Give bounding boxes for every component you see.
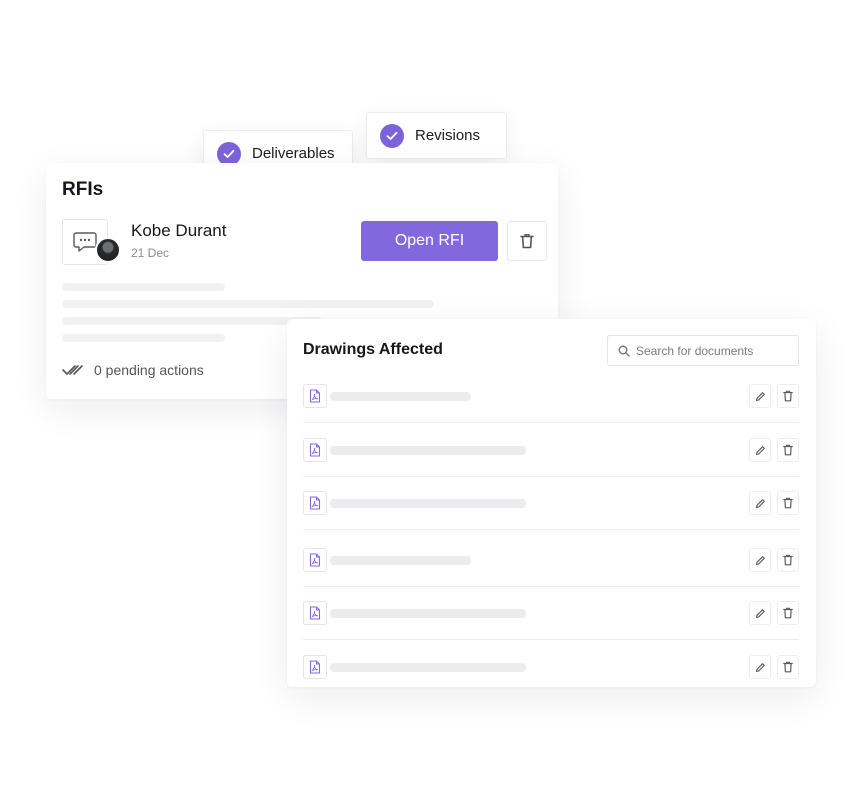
delete-document-button[interactable] (777, 438, 799, 462)
document-row[interactable] (303, 384, 799, 408)
trash-icon (783, 497, 793, 509)
document-row[interactable] (303, 438, 799, 462)
edit-document-button[interactable] (749, 548, 771, 572)
trash-icon (783, 444, 793, 456)
check-icon (380, 123, 404, 148)
document-name-placeholder (330, 446, 526, 455)
drawings-title: Drawings Affected (303, 341, 443, 358)
tag-label: Deliverables (252, 145, 335, 162)
pencil-icon (755, 391, 766, 402)
pdf-file-icon (303, 491, 327, 515)
check-icon (217, 141, 241, 166)
avatar (95, 237, 121, 263)
row-divider (303, 529, 799, 530)
delete-document-button[interactable] (777, 548, 799, 572)
trash-icon (520, 234, 534, 249)
tag-label: Revisions (415, 127, 481, 144)
trash-icon (783, 390, 793, 402)
pending-label: 0 pending actions (94, 362, 204, 378)
document-name-placeholder (330, 392, 471, 401)
delete-rfi-button[interactable] (507, 221, 547, 261)
placeholder-line (62, 334, 225, 342)
pencil-icon (755, 445, 766, 456)
pencil-icon (755, 498, 766, 509)
pencil-icon (755, 608, 766, 619)
search-field[interactable] (607, 335, 799, 366)
search-input[interactable] (636, 343, 786, 358)
document-row[interactable] (303, 601, 799, 625)
pending-actions: 0 pending actions (62, 362, 204, 378)
double-check-icon (62, 365, 83, 375)
row-divider (303, 422, 799, 423)
pdf-file-icon (303, 438, 327, 462)
pdf-file-icon (303, 601, 327, 625)
person-name: Kobe Durant (131, 221, 227, 240)
placeholder-line (62, 300, 434, 308)
delete-document-button[interactable] (777, 601, 799, 625)
pdf-file-icon (303, 548, 327, 572)
edit-document-button[interactable] (749, 491, 771, 515)
pdf-file-icon (303, 655, 327, 679)
document-name-placeholder (330, 499, 526, 508)
rfi-date: 21 Dec (131, 246, 170, 260)
delete-document-button[interactable] (777, 491, 799, 515)
search-icon (618, 345, 630, 357)
placeholder-line (62, 317, 322, 325)
document-name-placeholder (330, 663, 526, 672)
pencil-icon (755, 555, 766, 566)
row-divider (303, 476, 799, 477)
delete-document-button[interactable] (777, 655, 799, 679)
document-name-placeholder (330, 609, 526, 618)
pencil-icon (755, 662, 766, 673)
pdf-file-icon (303, 384, 327, 408)
document-row[interactable] (303, 491, 799, 515)
open-rfi-button[interactable]: Open RFI (361, 221, 498, 261)
delete-document-button[interactable] (777, 384, 799, 408)
trash-icon (783, 554, 793, 566)
placeholder-line (62, 283, 225, 291)
document-name-placeholder (330, 556, 471, 565)
edit-document-button[interactable] (749, 601, 771, 625)
edit-document-button[interactable] (749, 384, 771, 408)
document-row[interactable] (303, 548, 799, 572)
document-row[interactable] (303, 655, 799, 679)
rfi-title: RFIs (62, 179, 104, 200)
row-divider (303, 639, 799, 640)
trash-icon (783, 661, 793, 673)
drawings-card: Drawings Affected (287, 319, 816, 687)
edit-document-button[interactable] (749, 655, 771, 679)
tag-revisions[interactable]: Revisions (366, 112, 507, 159)
row-divider (303, 586, 799, 587)
edit-document-button[interactable] (749, 438, 771, 462)
trash-icon (783, 607, 793, 619)
